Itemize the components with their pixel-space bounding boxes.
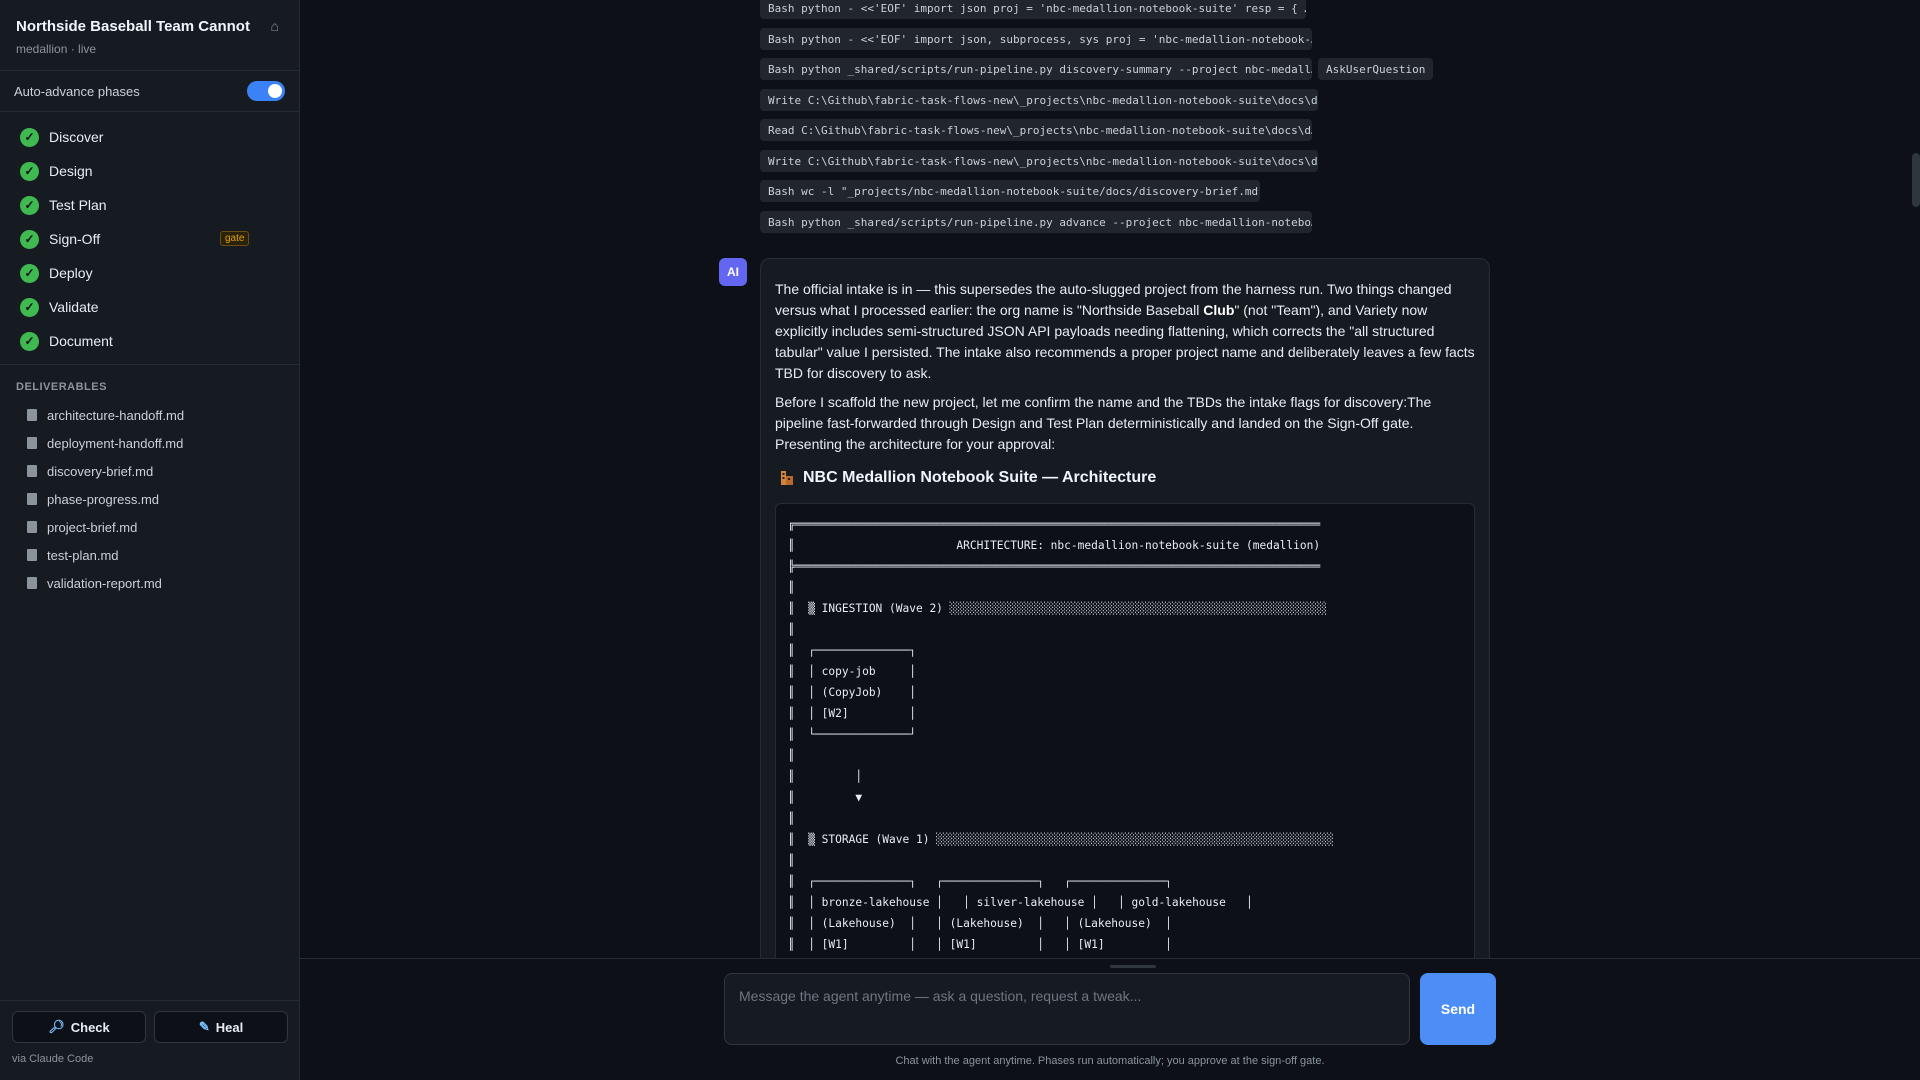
file-icon [27,577,37,589]
check-button[interactable]: 🔎︎ Check [12,1011,146,1043]
diagram-text: ╔═══════════════════════════════════════… [788,518,1334,951]
phase-label: Deploy [49,265,93,281]
architecture-heading: NBC Medallion Notebook Suite — Architect… [779,469,1475,487]
file-icon [27,493,37,505]
check-icon: ✓ [20,127,39,147]
magnifier-icon: 🔎︎ [48,1019,65,1034]
footer-buttons: 🔎︎ Check ✎ Heal [0,1001,300,1043]
deliverable-item[interactable]: discovery-brief.md [0,457,299,485]
tool-call-chip[interactable]: Write C:\Github\fabric-task-flows-new\_p… [760,89,1318,111]
deliverable-item[interactable]: test-plan.md [0,541,299,569]
deliverable-item[interactable]: validation-report.md [0,569,299,597]
composer: Send Chat with the agent anytime. Phases… [300,958,1920,1080]
tool-call-chip[interactable]: Bash python - <<'EOF' import json proj =… [760,0,1306,19]
deliverable-item[interactable]: deployment-handoff.md [0,429,299,457]
heal-button[interactable]: ✎ Heal [154,1011,288,1043]
phase-label: Document [49,333,113,349]
project-title: Northside Baseball Team Cannot [16,18,250,35]
phase-item-document[interactable]: ✓ Document [0,324,299,358]
via-label: via Claude Code [12,1053,94,1065]
tool-call-chip[interactable]: Bash python _shared/scripts/run-pipeline… [760,211,1312,233]
architecture-diagram: ╔═══════════════════════════════════════… [775,503,1475,958]
deliverable-label: project-brief.md [47,519,138,535]
auto-advance-row: Auto-advance phases [0,71,299,111]
deliverable-item[interactable]: phase-progress.md [0,485,299,513]
phase-list: ✓ Discover ✓ Design ✓ Test Plan ✓ Sign-O… [0,112,299,364]
check-icon: ✓ [20,331,39,351]
deliverable-label: test-plan.md [47,547,119,563]
tool-call-chip[interactable]: Write C:\Github\fabric-task-flows-new\_p… [760,150,1318,172]
message-paragraph: Before I scaffold the new project, let m… [775,394,1432,452]
phase-item-discover[interactable]: ✓ Discover [0,120,299,154]
auto-advance-label: Auto-advance phases [14,83,140,99]
ask-user-question-chip[interactable]: AskUserQuestion [1318,58,1434,80]
architecture-title: NBC Medallion Notebook Suite — Architect… [803,469,1157,486]
phase-label: Discover [49,129,104,145]
phase-item-test-plan[interactable]: ✓ Test Plan [0,188,299,222]
deliverable-item[interactable]: project-brief.md [0,513,299,541]
file-icon [27,521,37,533]
phase-label: Sign-Off [49,231,101,247]
deliverable-label: validation-report.md [47,575,162,591]
phase-label: Validate [49,299,99,315]
composer-footnote: Chat with the agent anytime. Phases run … [895,1055,1325,1067]
heal-label: Heal [215,1019,244,1035]
deliverables-heading: DELIVERABLES [16,381,107,393]
file-icon [27,437,37,449]
scrollbar-thumb[interactable] [1912,153,1920,207]
phase-item-design[interactable]: ✓ Design [0,154,299,188]
phase-label: Design [49,163,93,179]
resize-handle[interactable] [1110,965,1156,968]
gate-badge: gate [220,231,250,246]
message-paragraph: The official intake is in — this superse… [775,279,1475,384]
check-label: Check [70,1019,110,1035]
deliverable-label: discovery-brief.md [47,463,154,479]
tool-call-chip[interactable]: Bash wc -l "_projects/nbc-medallion-note… [760,180,1260,202]
deliverables-list: architecture-handoff.md deployment-hando… [0,401,299,597]
bandage-icon: ✎ [198,1019,210,1034]
check-icon: ✓ [20,297,39,317]
sidebar: Northside Baseball Team Cannot medallion… [0,0,300,1080]
deliverable-label: architecture-handoff.md [47,407,185,423]
phase-item-validate[interactable]: ✓ Validate [0,290,299,324]
sidebar-footer: 🔎︎ Check ✎ Heal via Claude Code [0,1000,300,1080]
phase-label: Test Plan [49,197,107,213]
send-button[interactable]: Send [1420,973,1496,1045]
assistant-message: The official intake is in — this superse… [760,258,1490,958]
check-icon: ✓ [20,161,39,181]
auto-advance-toggle[interactable] [247,81,285,101]
phase-item-deploy[interactable]: ✓ Deploy [0,256,299,290]
deliverable-item[interactable]: architecture-handoff.md [0,401,299,429]
ai-avatar: AI [719,258,747,286]
deliverable-label: phase-progress.md [47,491,159,507]
project-header: Northside Baseball Team Cannot medallion… [0,0,299,70]
project-subtitle: medallion · live [16,42,97,56]
toggle-knob [268,84,282,98]
check-icon: ✓ [20,195,39,215]
check-icon: ✓ [20,229,39,249]
message-bold: Club [1203,302,1235,318]
file-icon [27,549,37,561]
file-icon [27,465,37,477]
tool-call-chip[interactable]: Read C:\Github\fabric-task-flows-new\_pr… [760,119,1312,141]
deliverable-label: deployment-handoff.md [47,435,184,451]
check-icon: ✓ [20,263,39,283]
tool-call-chip[interactable]: Bash python - <<'EOF' import json, subpr… [760,28,1312,50]
message-input[interactable] [724,973,1410,1045]
building-icon [779,470,795,486]
phase-item-sign-off[interactable]: ✓ Sign-Off gate [0,222,299,256]
file-icon [27,409,37,421]
home-icon[interactable]: ⌂ [271,18,279,34]
tool-call-chip[interactable]: Bash python _shared/scripts/run-pipeline… [760,58,1312,80]
conversation-pane: Bash python - <<'EOF' import json proj =… [300,0,1920,958]
